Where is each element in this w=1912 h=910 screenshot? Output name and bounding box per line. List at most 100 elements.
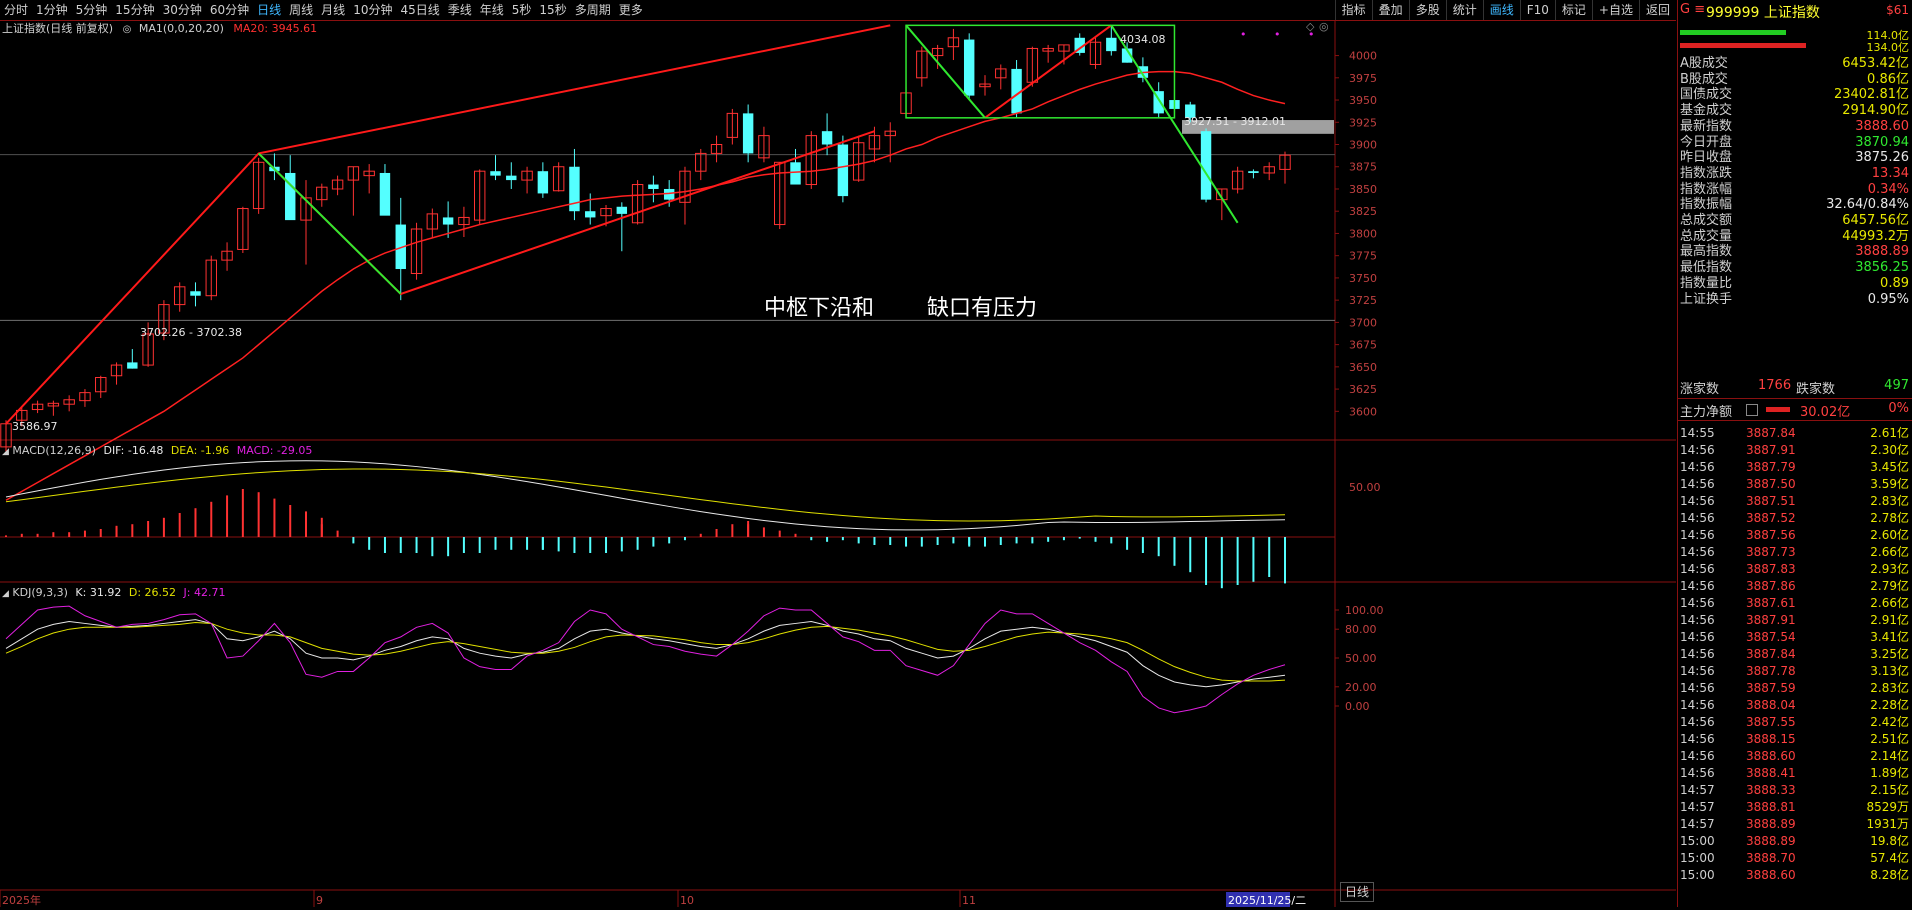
tool-1[interactable]: 叠加 bbox=[1371, 0, 1409, 20]
tick-price: 3887.55 bbox=[1746, 715, 1796, 729]
period-16[interactable]: 更多 bbox=[615, 0, 647, 20]
tick-time: 14:56 bbox=[1680, 460, 1715, 474]
period-3[interactable]: 15分钟 bbox=[111, 0, 158, 20]
tick-row: 14:56 3887.91 2.30亿 bbox=[1680, 441, 1909, 459]
tick-time: 14:56 bbox=[1680, 528, 1715, 542]
tick-time: 14:57 bbox=[1680, 800, 1715, 814]
tick-row: 14:57 3888.89 1931万 bbox=[1680, 815, 1909, 833]
period-9[interactable]: 10分钟 bbox=[349, 0, 396, 20]
stat-value: 0.95% bbox=[1867, 291, 1909, 307]
chart-area[interactable]: 4000 3975 3950 3925 3900 3875 3850 3825 3800 3775… bbox=[0, 20, 1676, 907]
tick-volume: 2.15亿 bbox=[1870, 783, 1909, 797]
kdj-d: D: 26.52 bbox=[128, 586, 177, 599]
period-1[interactable]: 1分钟 bbox=[32, 0, 72, 20]
tick-price: 3887.79 bbox=[1746, 460, 1796, 474]
kdj-j: J: 42.71 bbox=[183, 586, 226, 599]
tick-volume: 2.61亿 bbox=[1870, 426, 1909, 440]
tool-6[interactable]: 标记 bbox=[1554, 0, 1592, 20]
y-axis-label: 3850 bbox=[1349, 183, 1377, 196]
x-axis-label: 2025年 bbox=[2, 893, 41, 907]
y-axis-label: 3800 bbox=[1349, 227, 1377, 240]
tick-row: 14:56 3888.15 2.51亿 bbox=[1680, 730, 1909, 748]
tick-row: 14:57 3888.33 2.15亿 bbox=[1680, 781, 1909, 799]
kdj-axis-label: 50.00 bbox=[1345, 652, 1377, 665]
tick-time: 14:56 bbox=[1680, 477, 1715, 491]
tick-time: 14:57 bbox=[1680, 817, 1715, 831]
period-6[interactable]: 日线 bbox=[253, 0, 285, 20]
trend-line-red bbox=[257, 130, 875, 296]
collapse-icon[interactable]: ◢ bbox=[2, 589, 9, 599]
tick-time: 15:00 bbox=[1680, 868, 1715, 882]
tick-time: 14:56 bbox=[1680, 579, 1715, 593]
candle-body bbox=[648, 184, 659, 189]
period-0[interactable]: 分时 bbox=[0, 0, 32, 20]
tool-8[interactable]: 返回 bbox=[1638, 0, 1676, 20]
tick-price: 3887.91 bbox=[1746, 443, 1796, 457]
x-axis-label: 9 bbox=[316, 894, 323, 907]
tool-7[interactable]: +自选 bbox=[1591, 0, 1639, 20]
tick-price: 3887.86 bbox=[1746, 579, 1796, 593]
kdj-name: KDJ(9,3,3) bbox=[12, 586, 68, 599]
main-flow-label: 主力净额 bbox=[1680, 405, 1733, 420]
tool-4[interactable]: 画线 bbox=[1482, 0, 1520, 20]
period-4[interactable]: 30分钟 bbox=[159, 0, 206, 20]
period-13[interactable]: 5秒 bbox=[508, 0, 536, 20]
period-5[interactable]: 60分钟 bbox=[206, 0, 253, 20]
ma20-line bbox=[5, 70, 1286, 501]
tick-price: 3887.50 bbox=[1746, 477, 1796, 491]
candle-body bbox=[585, 211, 596, 218]
y-axis-label: 3725 bbox=[1349, 294, 1377, 307]
period-10[interactable]: 45日线 bbox=[396, 0, 443, 20]
tick-time: 14:56 bbox=[1680, 443, 1715, 457]
tick-row: 15:00 3888.70 57.4亿 bbox=[1680, 849, 1909, 867]
tick-price: 3887.52 bbox=[1746, 511, 1796, 525]
bottom-tab-daily[interactable]: 日线 bbox=[1340, 882, 1374, 902]
tool-3[interactable]: 统计 bbox=[1445, 0, 1483, 20]
tick-time: 15:00 bbox=[1680, 851, 1715, 865]
period-8[interactable]: 月线 bbox=[317, 0, 349, 20]
settings-icon[interactable]: ◎ bbox=[123, 24, 132, 35]
panel-badge: $61 bbox=[1886, 3, 1909, 17]
period-11[interactable]: 季线 bbox=[444, 0, 476, 20]
tick-row: 14:56 3887.61 2.66亿 bbox=[1680, 594, 1909, 612]
period-15[interactable]: 多周期 bbox=[571, 0, 615, 20]
panel-title: 999999 上证指数 bbox=[1706, 5, 1820, 21]
y-axis-label: 3925 bbox=[1349, 116, 1377, 129]
checkbox-icon[interactable] bbox=[1746, 404, 1758, 416]
tick-volume: 2.83亿 bbox=[1870, 494, 1909, 508]
tick-volume: 2.30亿 bbox=[1870, 443, 1909, 457]
settings-icon[interactable]: ◎ bbox=[1319, 20, 1329, 33]
tick-price: 3888.89 bbox=[1746, 834, 1796, 848]
diamond-icon[interactable]: ◇ bbox=[1306, 20, 1314, 33]
candle-body bbox=[1200, 131, 1212, 200]
tick-price: 3887.51 bbox=[1746, 494, 1796, 508]
annotation-text-main: 中枢下沿和 bbox=[764, 296, 875, 321]
macd-legend: ◢ MACD(12,26,9) DIF: -16.48 DEA: -1.96 M… bbox=[2, 444, 312, 457]
buy-bar bbox=[1680, 30, 1786, 35]
tick-row: 14:56 3887.78 3.13亿 bbox=[1680, 662, 1909, 680]
tick-volume: 2.42亿 bbox=[1870, 715, 1909, 729]
tool-5[interactable]: F10 bbox=[1519, 0, 1555, 20]
y-axis-label: 3625 bbox=[1349, 383, 1377, 396]
tick-price: 3888.15 bbox=[1746, 732, 1796, 746]
candle-body bbox=[1248, 171, 1259, 173]
tool-0[interactable]: 指标 bbox=[1334, 0, 1372, 20]
tick-volume: 2.60亿 bbox=[1870, 528, 1909, 542]
tick-volume: 3.25亿 bbox=[1870, 647, 1909, 661]
period-12[interactable]: 年线 bbox=[476, 0, 508, 20]
period-2[interactable]: 5分钟 bbox=[72, 0, 112, 20]
y-axis-label: 3875 bbox=[1349, 161, 1377, 174]
tick-volume: 2.51亿 bbox=[1870, 732, 1909, 746]
collapse-icon[interactable]: ◢ bbox=[2, 447, 9, 457]
kline-chart[interactable]: 4000 3975 3950 3925 3900 3875 3850 3825 3800 3775… bbox=[0, 20, 1676, 907]
tick-time: 15:00 bbox=[1680, 834, 1715, 848]
tick-price: 3888.41 bbox=[1746, 766, 1796, 780]
tick-row: 14:57 3888.81 8529万 bbox=[1680, 798, 1909, 816]
tick-time: 14:56 bbox=[1680, 715, 1715, 729]
panel-prefix[interactable]: G ≡ bbox=[1680, 2, 1705, 17]
period-7[interactable]: 周线 bbox=[285, 0, 317, 20]
tick-price: 3887.73 bbox=[1746, 545, 1796, 559]
candle-body bbox=[442, 217, 454, 225]
period-14[interactable]: 15秒 bbox=[535, 0, 570, 20]
tool-2[interactable]: 多股 bbox=[1408, 0, 1446, 20]
